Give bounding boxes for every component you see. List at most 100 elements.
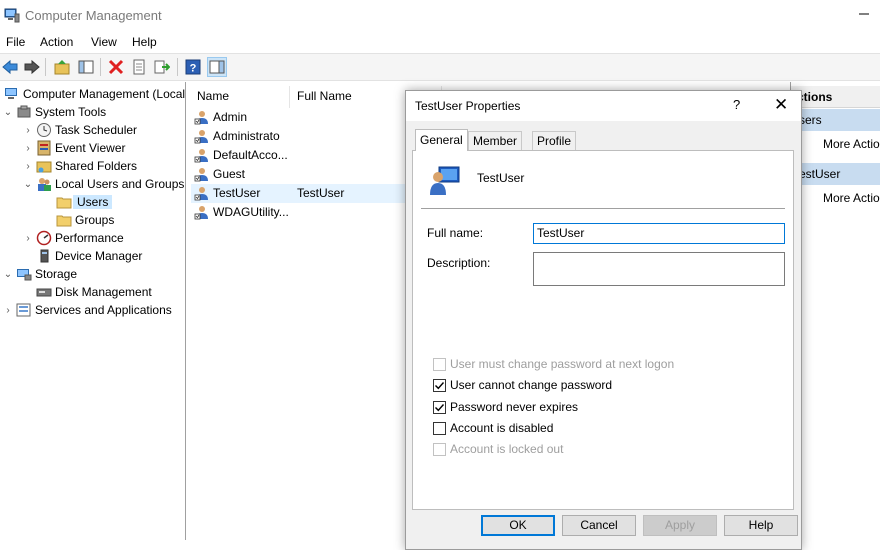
- chevron-down-icon[interactable]: ⌄: [2, 269, 14, 280]
- user-icon: [194, 111, 208, 125]
- more-actions-link[interactable]: More Actio: [791, 134, 880, 154]
- menu-bar: File Action View Help: [0, 31, 880, 53]
- user-account-icon: [430, 166, 460, 195]
- actions-header: ctions: [791, 86, 880, 108]
- tab-general[interactable]: General: [415, 129, 468, 151]
- checkbox[interactable]: [433, 421, 446, 435]
- separator-line: [421, 208, 785, 209]
- folder-icon: [56, 215, 72, 227]
- tree-item-users[interactable]: Users: [42, 193, 113, 211]
- menu-action[interactable]: Action: [40, 35, 73, 49]
- user-icon: [194, 206, 208, 220]
- up-folder-icon[interactable]: [52, 57, 72, 77]
- checkbox: [433, 357, 446, 371]
- close-icon[interactable]: ✕: [774, 95, 788, 115]
- cancel-button[interactable]: Cancel: [562, 515, 636, 536]
- dialog-title-bar: TestUser Properties ? ✕: [406, 91, 801, 121]
- tree-item-disk-management[interactable]: Disk Management: [22, 283, 152, 301]
- help-button[interactable]: Help: [724, 515, 798, 536]
- checkbox-row[interactable]: Password never expires: [433, 399, 578, 415]
- user-name-cell: Administrato: [213, 129, 280, 143]
- chevron-right-icon[interactable]: ›: [2, 305, 14, 316]
- chevron-right-icon[interactable]: ›: [22, 125, 34, 136]
- show-hide-action-pane-icon[interactable]: [207, 57, 227, 77]
- system-tools-icon: [17, 105, 31, 118]
- menu-view[interactable]: View: [91, 35, 117, 49]
- folder-icon: [56, 197, 72, 209]
- full-name-cell: TestUser: [297, 186, 345, 200]
- checkbox-row[interactable]: User cannot change password: [433, 377, 612, 393]
- user-name-cell: Admin: [213, 110, 248, 124]
- username-label: TestUser: [477, 171, 525, 185]
- checkbox[interactable]: [433, 400, 446, 414]
- checkbox-label: Password never expires: [450, 400, 579, 414]
- user-name-cell: WDAGUtility...: [213, 205, 288, 219]
- column-name[interactable]: Name: [197, 89, 229, 103]
- actions-section-users[interactable]: sers: [791, 109, 880, 131]
- tree-item-system-tools[interactable]: ⌄ System Tools: [2, 103, 106, 121]
- tree-item-storage[interactable]: ⌄ Storage: [2, 265, 77, 283]
- actions-pane: ctions sers More Actio estUser More Acti…: [790, 82, 880, 540]
- storage-icon: [17, 269, 32, 281]
- tree-item-performance[interactable]: › Performance: [22, 229, 124, 247]
- more-actions-link[interactable]: More Actio: [791, 188, 880, 208]
- services-icon: [16, 303, 31, 317]
- ok-button[interactable]: OK: [481, 515, 555, 536]
- tree-item-event-viewer[interactable]: › Event Viewer: [22, 139, 125, 157]
- help-icon[interactable]: ?: [183, 57, 203, 77]
- checkbox-label: User must change password at next logon: [450, 357, 675, 371]
- computer-management-icon: [4, 8, 20, 23]
- help-question-icon[interactable]: ?: [733, 97, 740, 112]
- column-full-name[interactable]: Full Name: [297, 89, 352, 103]
- performance-icon: [36, 230, 52, 246]
- user-icon: [194, 130, 208, 144]
- clock-icon: [37, 123, 51, 137]
- export-list-icon[interactable]: [152, 57, 172, 77]
- tree-item-shared-folders[interactable]: › Shared Folders: [22, 157, 137, 175]
- computer-icon: [5, 88, 17, 99]
- description-input[interactable]: [533, 252, 785, 286]
- toolbar: ?: [0, 53, 880, 81]
- delete-icon[interactable]: [106, 57, 126, 77]
- minimize-icon[interactable]: [858, 8, 870, 20]
- chevron-right-icon[interactable]: ›: [22, 233, 34, 244]
- checkmark-icon: [435, 381, 445, 389]
- tree-item-services-apps[interactable]: › Services and Applications: [2, 301, 171, 319]
- actions-section-testuser[interactable]: estUser: [791, 163, 880, 185]
- user-name-cell: TestUser: [213, 186, 261, 200]
- tab-profile[interactable]: Profile: [532, 131, 577, 150]
- user-icon: [194, 187, 208, 201]
- chevron-down-icon[interactable]: ⌄: [22, 179, 34, 190]
- show-hide-tree-icon[interactable]: [76, 57, 96, 77]
- checkbox-row: Account is locked out: [433, 441, 563, 457]
- tab-member-of[interactable]: Member Of: [468, 131, 523, 162]
- full-name-label: Full name:: [427, 226, 484, 240]
- users-group-icon: [38, 178, 51, 191]
- checkbox[interactable]: [433, 378, 446, 392]
- window-title: Computer Management: [25, 8, 162, 23]
- checkbox-row[interactable]: Account is disabled: [433, 420, 553, 436]
- chevron-right-icon[interactable]: ›: [22, 143, 34, 154]
- checkbox-row: User must change password at next logon: [433, 356, 674, 372]
- tree-item-local-users-groups[interactable]: ⌄ Local Users and Groups: [22, 175, 184, 193]
- properties-icon[interactable]: [129, 57, 149, 77]
- chevron-down-icon[interactable]: ⌄: [2, 107, 14, 118]
- apply-button[interactable]: Apply: [643, 515, 717, 536]
- tree-item-groups[interactable]: Groups: [42, 211, 114, 229]
- back-arrow-icon[interactable]: [0, 57, 20, 77]
- disk-icon: [36, 288, 52, 297]
- svg-text:?: ?: [190, 63, 197, 75]
- console-tree: Computer Management (Local ⌄ System Tool…: [0, 82, 186, 540]
- forward-arrow-icon[interactable]: [22, 57, 42, 77]
- menu-help[interactable]: Help: [132, 35, 157, 49]
- tree-item-root[interactable]: Computer Management (Local: [2, 85, 185, 103]
- chevron-right-icon[interactable]: ›: [22, 161, 34, 172]
- full-name-input[interactable]: TestUser: [533, 223, 785, 244]
- shared-folder-icon: [36, 161, 52, 173]
- tree-item-device-manager[interactable]: Device Manager: [22, 247, 142, 265]
- checkbox-label: Account is disabled: [450, 421, 554, 435]
- user-name-cell: Guest: [213, 167, 246, 181]
- menu-file[interactable]: File: [6, 35, 25, 49]
- tree-item-task-scheduler[interactable]: › Task Scheduler: [22, 121, 137, 139]
- checkbox-label: User cannot change password: [450, 378, 613, 392]
